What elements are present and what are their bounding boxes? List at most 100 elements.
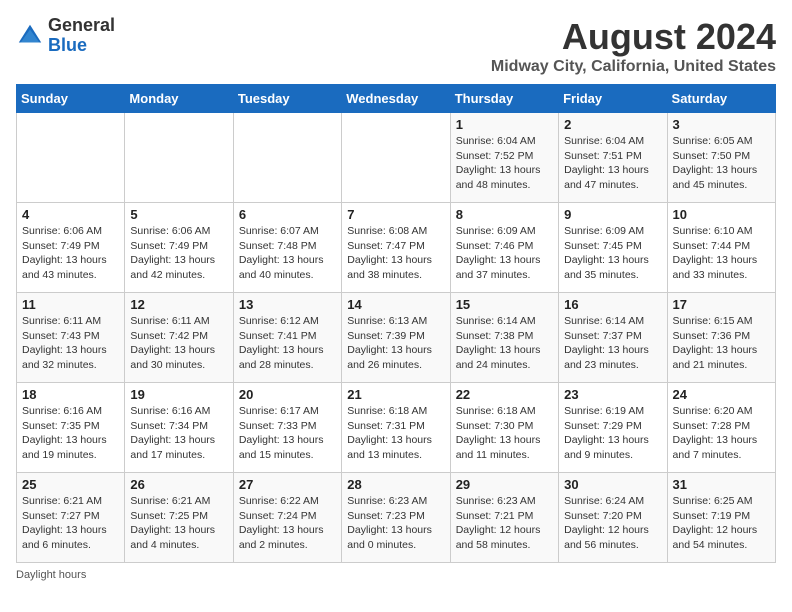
day-cell: 1Sunrise: 6:04 AMSunset: 7:52 PMDaylight… [450,113,558,203]
col-header-thursday: Thursday [450,85,558,113]
day-number: 11 [22,297,119,312]
day-cell [233,113,341,203]
day-info: Sunrise: 6:17 AMSunset: 7:33 PMDaylight:… [239,404,336,463]
day-number: 23 [564,387,661,402]
day-cell: 26Sunrise: 6:21 AMSunset: 7:25 PMDayligh… [125,473,233,563]
day-number: 24 [673,387,770,402]
day-cell: 3 Sunrise: 6:05 AMSunset: 7:50 PMDaylight… [667,113,775,203]
day-number: 31 [673,477,770,492]
week-row-1: 1Sunrise: 6:04 AMSunset: 7:52 PMDaylight… [17,113,776,203]
footer-note: Daylight hours [16,569,776,581]
day-number: 29 [456,477,553,492]
day-info: Sunrise: 6:19 AMSunset: 7:29 PMDaylight:… [564,404,661,463]
day-cell [125,113,233,203]
day-cell: 20 Sunrise: 6:17 AMSunset: 7:33 PMDayligh… [233,383,341,473]
day-cell: 19 Sunrise: 6:16 AMSunset: 7:34 PMDayligh… [125,383,233,473]
week-row-2: 4Sunrise: 6:06 AMSunset: 7:49 PMDaylight… [17,203,776,293]
day-info: Sunrise: 6:11 AMSunset: 7:42 PMDaylight:… [130,314,227,373]
day-cell: 23 Sunrise: 6:19 AMSunset: 7:29 PMDayligh… [559,383,667,473]
month-title: August 2024 [491,16,776,58]
day-info: Sunrise: 6:06 AMSunset: 7:49 PMDaylight:… [130,224,227,283]
day-cell [342,113,450,203]
day-number: 19 [130,387,227,402]
day-cell: 25Sunrise: 6:21 AMSunset: 7:27 PMDayligh… [17,473,125,563]
day-cell: 16 Sunrise: 6:14 AMSunset: 7:37 PMDayligh… [559,293,667,383]
location-title: Midway City, California, United States [491,58,776,76]
day-info: Sunrise: 6:16 AMSunset: 7:34 PMDaylight:… [130,404,227,463]
day-info: Sunrise: 6:22 AMSunset: 7:24 PMDaylight:… [239,494,336,553]
day-cell: 11 Sunrise: 6:11 AMSunset: 7:43 PMDayligh… [17,293,125,383]
day-info: Sunrise: 6:11 AMSunset: 7:43 PMDaylight:… [22,314,119,373]
day-cell: 5Sunrise: 6:06 AMSunset: 7:49 PMDaylight… [125,203,233,293]
day-number: 12 [130,297,227,312]
day-cell: 14 Sunrise: 6:13 AMSunset: 7:39 PMDayligh… [342,293,450,383]
day-cell: 4Sunrise: 6:06 AMSunset: 7:49 PMDaylight… [17,203,125,293]
day-cell: 10 Sunrise: 6:10 AMSunset: 7:44 PMDayligh… [667,203,775,293]
day-info: Sunrise: 6:09 AMSunset: 7:46 PMDaylight:… [456,224,553,283]
day-info: Sunrise: 6:14 AMSunset: 7:37 PMDaylight:… [564,314,661,373]
day-info: Sunrise: 6:06 AMSunset: 7:49 PMDaylight:… [22,224,119,283]
header-row: SundayMondayTuesdayWednesdayThursdayFrid… [17,85,776,113]
day-number: 7 [347,207,444,222]
day-info: Sunrise: 6:07 AMSunset: 7:48 PMDaylight:… [239,224,336,283]
day-number: 2 [564,117,661,132]
day-cell: 8 Sunrise: 6:09 AMSunset: 7:46 PMDaylight… [450,203,558,293]
col-header-monday: Monday [125,85,233,113]
col-header-wednesday: Wednesday [342,85,450,113]
day-number: 27 [239,477,336,492]
day-number: 3 [673,117,770,132]
col-header-saturday: Saturday [667,85,775,113]
day-cell: 27 Sunrise: 6:22 AMSunset: 7:24 PMDayligh… [233,473,341,563]
logo-icon [16,22,44,50]
day-number: 20 [239,387,336,402]
day-info: Sunrise: 6:16 AMSunset: 7:35 PMDaylight:… [22,404,119,463]
day-cell: 22 Sunrise: 6:18 AMSunset: 7:30 PMDayligh… [450,383,558,473]
day-cell: 2 Sunrise: 6:04 AMSunset: 7:51 PMDaylight… [559,113,667,203]
col-header-sunday: Sunday [17,85,125,113]
day-number: 10 [673,207,770,222]
day-info: Sunrise: 6:21 AMSunset: 7:27 PMDaylight:… [22,494,119,553]
col-header-friday: Friday [559,85,667,113]
day-cell [17,113,125,203]
day-info: Sunrise: 6:15 AMSunset: 7:36 PMDaylight:… [673,314,770,373]
title-area: August 2024 Midway City, California, Uni… [491,16,776,76]
day-info: Sunrise: 6:23 AMSunset: 7:23 PMDaylight:… [347,494,444,553]
day-cell: 21Sunrise: 6:18 AMSunset: 7:31 PMDayligh… [342,383,450,473]
day-number: 1 [456,117,553,132]
day-number: 18 [22,387,119,402]
day-number: 15 [456,297,553,312]
day-info: Sunrise: 6:08 AMSunset: 7:47 PMDaylight:… [347,224,444,283]
col-header-tuesday: Tuesday [233,85,341,113]
day-cell: 6Sunrise: 6:07 AMSunset: 7:48 PMDaylight… [233,203,341,293]
day-cell: 31 Sunrise: 6:25 AMSunset: 7:19 PMDayligh… [667,473,775,563]
day-number: 13 [239,297,336,312]
day-number: 22 [456,387,553,402]
day-info: Sunrise: 6:09 AMSunset: 7:45 PMDaylight:… [564,224,661,283]
day-info: Sunrise: 6:18 AMSunset: 7:31 PMDaylight:… [347,404,444,463]
day-info: Sunrise: 6:24 AMSunset: 7:20 PMDaylight:… [564,494,661,553]
day-cell: 15Sunrise: 6:14 AMSunset: 7:38 PMDayligh… [450,293,558,383]
day-info: Sunrise: 6:10 AMSunset: 7:44 PMDaylight:… [673,224,770,283]
day-cell: 28Sunrise: 6:23 AMSunset: 7:23 PMDayligh… [342,473,450,563]
day-info: Sunrise: 6:23 AMSunset: 7:21 PMDaylight:… [456,494,553,553]
day-cell: 24 Sunrise: 6:20 AMSunset: 7:28 PMDayligh… [667,383,775,473]
day-info: Sunrise: 6:05 AMSunset: 7:50 PMDaylight:… [673,134,770,193]
day-info: Sunrise: 6:18 AMSunset: 7:30 PMDaylight:… [456,404,553,463]
day-number: 30 [564,477,661,492]
day-number: 9 [564,207,661,222]
day-info: Sunrise: 6:12 AMSunset: 7:41 PMDaylight:… [239,314,336,373]
week-row-5: 25Sunrise: 6:21 AMSunset: 7:27 PMDayligh… [17,473,776,563]
day-number: 16 [564,297,661,312]
day-cell: 7 Sunrise: 6:08 AMSunset: 7:47 PMDaylight… [342,203,450,293]
day-info: Sunrise: 6:20 AMSunset: 7:28 PMDaylight:… [673,404,770,463]
day-info: Sunrise: 6:04 AMSunset: 7:51 PMDaylight:… [564,134,661,193]
header: General Blue August 2024 Midway City, Ca… [16,16,776,76]
day-info: Sunrise: 6:13 AMSunset: 7:39 PMDaylight:… [347,314,444,373]
day-number: 14 [347,297,444,312]
day-cell: 17Sunrise: 6:15 AMSunset: 7:36 PMDayligh… [667,293,775,383]
calendar-table: SundayMondayTuesdayWednesdayThursdayFrid… [16,84,776,563]
week-row-3: 11 Sunrise: 6:11 AMSunset: 7:43 PMDayligh… [17,293,776,383]
day-number: 8 [456,207,553,222]
day-cell: 30 Sunrise: 6:24 AMSunset: 7:20 PMDayligh… [559,473,667,563]
day-info: Sunrise: 6:25 AMSunset: 7:19 PMDaylight:… [673,494,770,553]
